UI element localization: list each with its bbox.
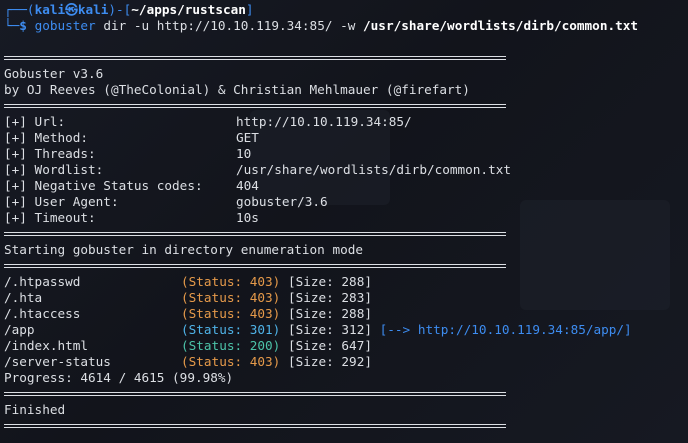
banner-authors: by OJ Reeves (@TheColonial) & Christian … [4, 82, 470, 97]
result-status: (Status: 301) [181, 322, 281, 337]
config-value: /usr/share/wordlists/dirb/common.txt [236, 162, 511, 177]
prompt-end: ] [245, 2, 254, 17]
config-value: 10s [236, 210, 259, 225]
prompt-at-icon: ㉿ [65, 2, 78, 17]
config-value: 404 [236, 178, 259, 193]
config-value: GET [236, 130, 259, 145]
prompt-line: ┌──(kali㉿kali)-[~/apps/rustscan] [4, 2, 688, 18]
config-row: [+] Timeout: 10s [4, 210, 688, 226]
config-value: gobuster/3.6 [236, 194, 328, 209]
command-args: dir -u http://10.10.119.34:85/ [103, 18, 333, 33]
result-size: [Size: 312] [287, 322, 372, 337]
prompt-corner-bottom: └─ [4, 18, 20, 33]
banner-title: Gobuster v3.6 [4, 66, 104, 81]
terminal-window[interactable]: ┌──(kali㉿kali)-[~/apps/rustscan] └─$ gob… [0, 0, 688, 443]
prompt-host: kali [77, 2, 109, 17]
result-path: /.hta [4, 290, 43, 305]
result-path: /app [4, 322, 35, 337]
result-size: [Size: 647] [287, 338, 372, 353]
config-row: [+] Wordlist: /usr/share/wordlists/dirb/c… [4, 162, 688, 178]
result-row: /.htaccess (Status: 403) [Size: 288] [4, 306, 688, 322]
result-size: [Size: 283] [287, 290, 372, 305]
result-path: /.htpasswd [4, 274, 81, 289]
result-status: (Status: 403) [181, 290, 281, 305]
finished-message: Finished [4, 402, 66, 417]
command-flag: -w [340, 18, 356, 33]
config-row: [+] Method: GET [4, 130, 688, 146]
config-value: 10 [236, 146, 252, 161]
result-row: /server-status (Status: 403) [Size: 292] [4, 354, 688, 370]
separator [4, 50, 688, 66]
result-row: /app (Status: 301) [Size: 312] [--> http:… [4, 322, 688, 338]
config-key: [+] Timeout: [4, 210, 96, 225]
result-path: /.htaccess [4, 306, 81, 321]
result-row: /index.html (Status: 200) [Size: 647] [4, 338, 688, 354]
start-message: Starting gobuster in directory enumerati… [4, 242, 364, 257]
config-key: [+] Method: [4, 130, 89, 145]
separator [4, 386, 688, 402]
config-key: [+] Wordlist: [4, 162, 104, 177]
result-status: (Status: 403) [181, 306, 281, 321]
result-status: (Status: 403) [181, 354, 281, 369]
config-key: [+] Negative Status codes: [4, 178, 203, 193]
separator [4, 226, 688, 242]
config-row: [+] Threads: 10 [4, 146, 688, 162]
result-row: /.hta (Status: 403) [Size: 283] [4, 290, 688, 306]
result-status: (Status: 200) [181, 338, 281, 353]
config-value: http://10.10.119.34:85/ [236, 114, 412, 129]
progress-line: Progress: 4614 / 4615 (99.98%) [4, 370, 234, 385]
command-wordlist: /usr/share/wordlists/dirb/common.txt [363, 18, 639, 33]
result-status: (Status: 403) [181, 274, 281, 289]
result-path: /index.html [4, 338, 89, 353]
result-size: [Size: 292] [287, 354, 372, 369]
result-size: [Size: 288] [287, 306, 372, 321]
prompt-symbol: $ [19, 18, 27, 33]
result-redirect-link[interactable]: [--> http://10.10.119.34:85/app/] [380, 322, 632, 337]
separator [4, 258, 688, 274]
prompt-corner-top: ┌──( [4, 2, 35, 17]
config-key: [+] Url: [4, 114, 66, 129]
result-row: /.htpasswd (Status: 403) [Size: 288] [4, 274, 688, 290]
result-path: /server-status [4, 354, 111, 369]
config-row: [+] User Agent: gobuster/3.6 [4, 194, 688, 210]
prompt-mid: )-[ [108, 2, 132, 17]
result-size: [Size: 288] [287, 274, 372, 289]
config-row: [+] Negative Status codes: 404 [4, 178, 688, 194]
prompt-path: ~/apps/rustscan [131, 2, 246, 17]
command-line[interactable]: └─$ gobuster dir -u http://10.10.119.34:… [4, 18, 688, 34]
config-row: [+] Url: http://10.10.119.34:85/ [4, 114, 688, 130]
command-program: gobuster [34, 18, 96, 33]
config-key: [+] User Agent: [4, 194, 119, 209]
separator [4, 418, 688, 434]
config-key: [+] Threads: [4, 146, 96, 161]
prompt-user: kali [34, 2, 66, 17]
terminal-output: ┌──(kali㉿kali)-[~/apps/rustscan] └─$ gob… [4, 2, 688, 434]
separator [4, 98, 688, 114]
